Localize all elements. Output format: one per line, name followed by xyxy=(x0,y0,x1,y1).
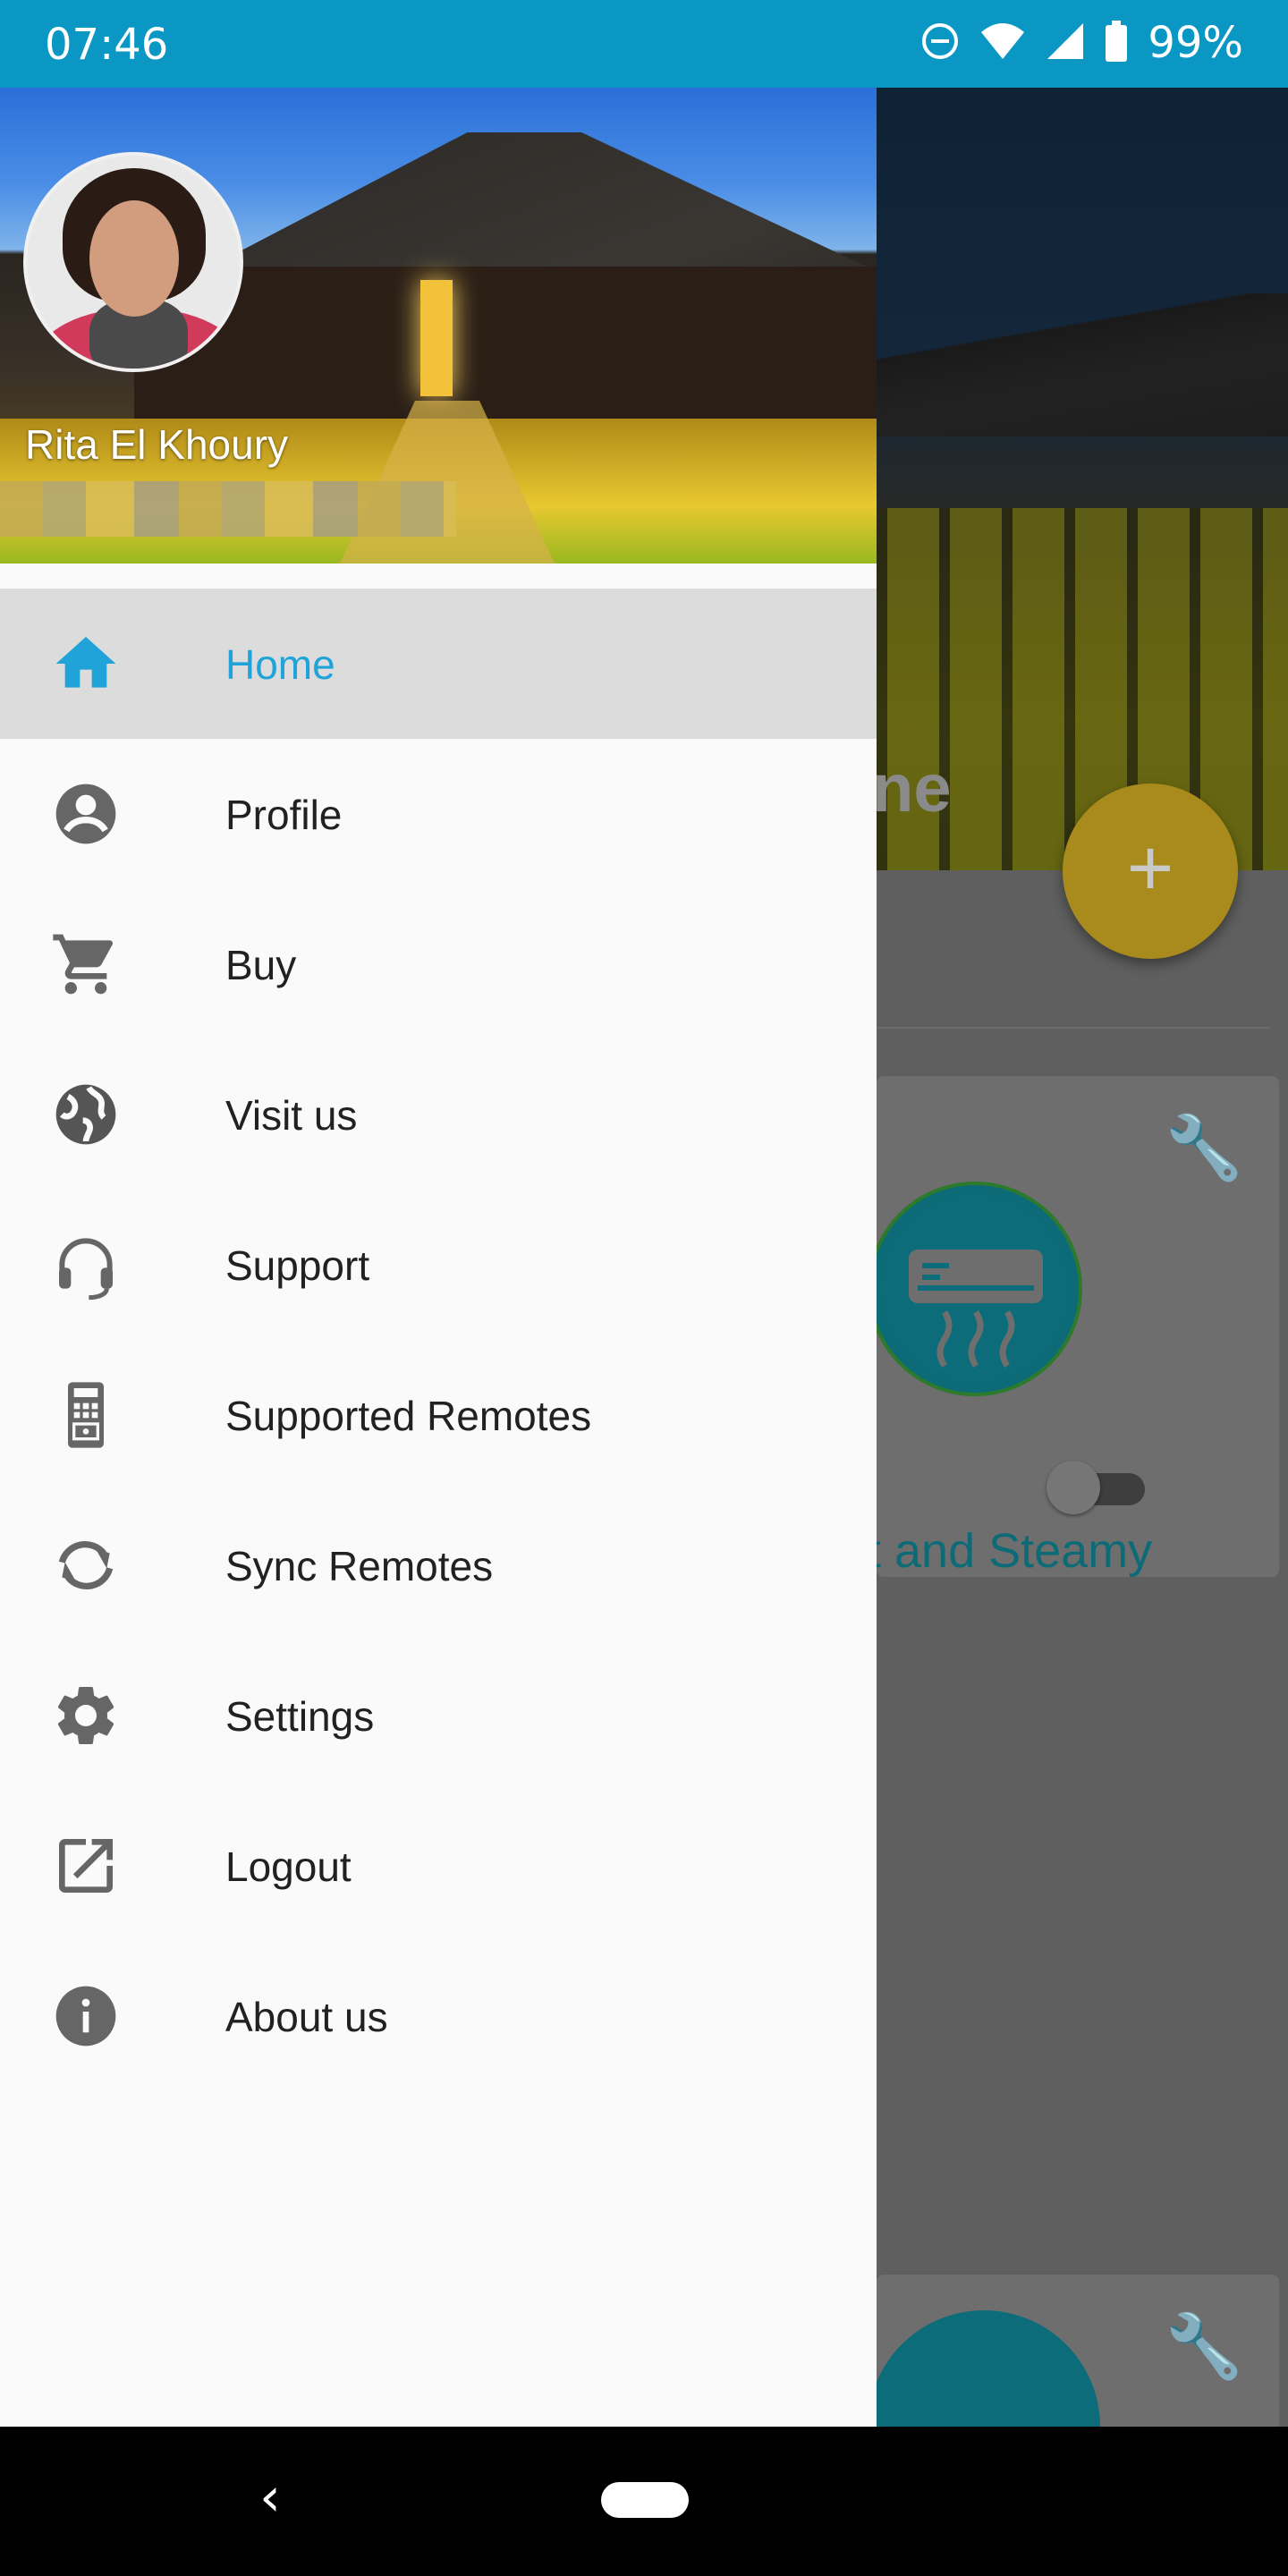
drawer-item-home[interactable]: Home xyxy=(0,589,877,739)
drawer-item-label: Buy xyxy=(225,942,297,988)
drawer-item-settings[interactable]: Settings xyxy=(0,1640,877,1791)
cell-signal-icon xyxy=(1046,21,1085,65)
navigation-drawer: Rita El Khoury Home Profile Buy Visit us… xyxy=(0,88,877,2427)
battery-icon xyxy=(1105,20,1128,66)
gear-icon xyxy=(50,1680,122,1751)
exit-icon xyxy=(50,1830,122,1902)
home-icon xyxy=(50,628,122,699)
drawer-item-visit-us[interactable]: Visit us xyxy=(0,1039,877,1190)
user-name: Rita El Khoury xyxy=(25,421,289,468)
status-bar: 07:46 99% xyxy=(0,0,1288,88)
user-email-redacted xyxy=(0,481,456,537)
drawer-item-label: About us xyxy=(225,1994,388,2040)
drawer-item-label: Support xyxy=(225,1242,370,1289)
wifi-icon xyxy=(979,21,1026,65)
drawer-item-profile[interactable]: Profile xyxy=(0,739,877,889)
divider xyxy=(877,1027,1270,1029)
drawer-item-supported-remotes[interactable]: Supported Remotes xyxy=(0,1340,877,1490)
back-button[interactable]: ‹ xyxy=(259,2466,281,2529)
battery-percent: 99% xyxy=(1148,18,1243,68)
drawer-item-logout[interactable]: Logout xyxy=(0,1791,877,1941)
drawer-item-label: Home xyxy=(225,641,335,688)
remote-control-icon xyxy=(50,1379,122,1451)
drawer-header: Rita El Khoury xyxy=(0,88,877,564)
do-not-disturb-icon xyxy=(920,21,960,65)
device-card[interactable]: 🔧 t and Steamy xyxy=(868,1076,1279,1578)
drawer-item-label: Visit us xyxy=(225,1092,358,1139)
hero-title-partial: ne xyxy=(872,750,952,826)
drawer-item-label: Sync Remotes xyxy=(225,1543,494,1589)
cart-icon xyxy=(50,928,122,1000)
drawer-item-label: Profile xyxy=(225,792,343,838)
drawer-item-label: Supported Remotes xyxy=(225,1393,592,1439)
drawer-menu: Home Profile Buy Visit us Support Suppor… xyxy=(0,589,877,2091)
drawer-item-label: Logout xyxy=(225,1843,352,1890)
sync-icon xyxy=(50,1530,122,1601)
drawer-item-about-us[interactable]: About us xyxy=(0,1941,877,2091)
drawer-item-buy[interactable]: Buy xyxy=(0,889,877,1039)
power-toggle[interactable] xyxy=(1046,1461,1154,1514)
avatar[interactable] xyxy=(23,152,243,372)
account-circle-icon xyxy=(50,778,122,850)
drawer-item-sync-remotes[interactable]: Sync Remotes xyxy=(0,1490,877,1640)
add-fab-button[interactable]: + xyxy=(1063,784,1238,959)
system-nav-bar: ‹ xyxy=(0,2427,1288,2576)
wrench-icon[interactable]: 🔧 xyxy=(1165,1112,1243,1185)
status-time: 07:46 xyxy=(45,20,169,70)
status-icons: 99% xyxy=(920,18,1243,68)
drawer-item-label: Settings xyxy=(225,1693,375,1740)
info-icon xyxy=(50,1980,122,2052)
home-pill-button[interactable] xyxy=(601,2482,689,2518)
headset-icon xyxy=(50,1229,122,1301)
drawer-item-support[interactable]: Support xyxy=(0,1190,877,1340)
device-label-partial: t and Steamy xyxy=(868,1524,1153,1578)
air-conditioner-icon xyxy=(868,1182,1082,1396)
wrench-icon[interactable]: 🔧 xyxy=(1165,2310,1243,2384)
globe-icon xyxy=(50,1079,122,1150)
